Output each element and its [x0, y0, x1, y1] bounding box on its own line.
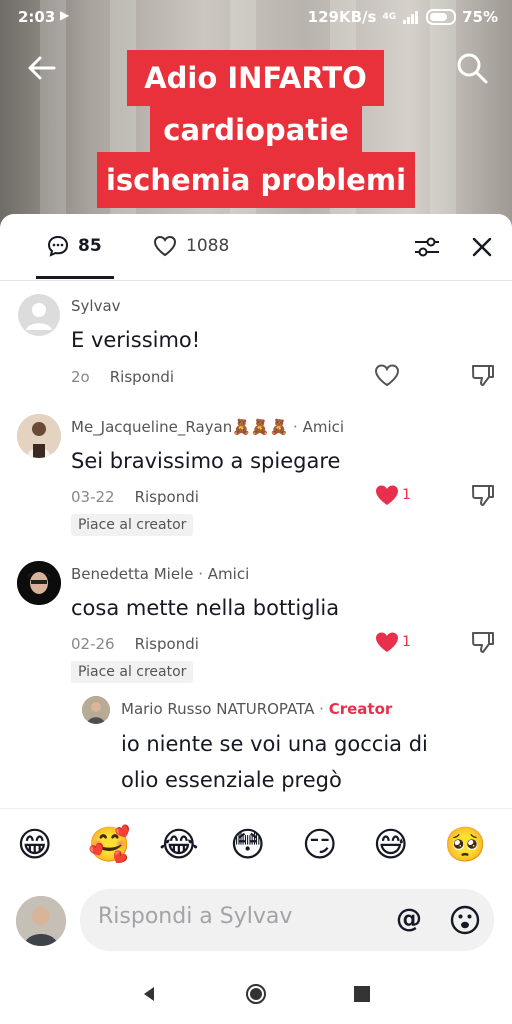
liked-heart-icon[interactable]: [373, 629, 401, 655]
separator-dot: ·: [319, 700, 329, 718]
emoji-hearts[interactable]: 🥰: [88, 825, 130, 865]
mention-button[interactable]: @: [396, 904, 422, 934]
comment-date: 2o: [71, 368, 90, 386]
avatar[interactable]: [18, 294, 60, 336]
my-avatar[interactable]: [16, 896, 66, 946]
comments-header: 85 1088: [0, 214, 512, 281]
emoji-pleading[interactable]: 🥺: [444, 825, 486, 865]
video-caption-line-1: Adio INFARTO: [127, 50, 384, 106]
close-icon[interactable]: [470, 234, 494, 260]
creator-liked-badge: Piace al creator: [71, 661, 194, 683]
battery-level: 75%: [462, 8, 498, 26]
comments-count: 85: [78, 236, 102, 256]
nav-back-icon[interactable]: [140, 985, 158, 1003]
like-count: 1: [402, 634, 411, 650]
emoji-flushed[interactable]: 😳: [230, 825, 265, 865]
emoji-laugh[interactable]: 😂: [159, 825, 199, 865]
separator-dot: ·: [198, 565, 208, 583]
search-icon[interactable]: [454, 50, 490, 86]
like-heart-icon[interactable]: [373, 362, 401, 388]
status-bar: 2:03 ▶ 129KB/s 4G 75%: [0, 0, 512, 34]
signal-icon: [403, 11, 419, 24]
friend-tag: Amici: [302, 418, 345, 436]
comment-author[interactable]: Benedetta Miele: [71, 565, 193, 583]
comment-bubble-icon: [47, 235, 69, 257]
video-caption-line-3: ischemia problemi: [97, 152, 415, 208]
reply-text-line-1: io niente se voi una goccia di: [121, 732, 428, 756]
filter-sliders-icon[interactable]: [412, 234, 442, 260]
emoji-picker-icon[interactable]: [450, 905, 480, 935]
emoji-grin[interactable]: 😁: [17, 825, 52, 865]
reply-button[interactable]: Rispondi: [135, 635, 199, 653]
emoji-sweat-smile[interactable]: 😅: [373, 825, 408, 865]
creator-tag: Creator: [328, 700, 393, 718]
comment-author[interactable]: Sylvav: [71, 297, 121, 315]
dislike-icon[interactable]: [470, 482, 496, 508]
friend-tag: Amici: [207, 565, 250, 583]
comment-date: 03-22: [71, 488, 115, 506]
comment-meta: 02-26 Rispondi: [71, 635, 199, 653]
avatar[interactable]: [17, 414, 61, 458]
comment-meta: 03-22 Rispondi: [71, 488, 199, 506]
heart-outline-icon: [153, 235, 177, 257]
avatar[interactable]: [82, 696, 110, 724]
creator-liked-badge: Piace al creator: [71, 514, 194, 536]
nav-recents-icon[interactable]: [354, 986, 370, 1002]
likes-count: 1088: [186, 236, 230, 256]
dislike-icon[interactable]: [470, 629, 496, 655]
active-tab-indicator: [36, 276, 114, 279]
user-photo-icon: [17, 561, 61, 605]
status-right: 129KB/s 4G 75%: [308, 8, 498, 26]
nav-home-icon[interactable]: [245, 983, 267, 1005]
avatar[interactable]: [17, 561, 61, 605]
comment-author[interactable]: Me_Jacqueline_Rayan🧸🧸🧸: [71, 418, 288, 436]
reply-author-line: Mario Russo NATUROPATA · Creator: [121, 700, 392, 718]
curtain-fold: [40, 0, 66, 228]
comment-date: 02-26: [71, 635, 115, 653]
reply-author[interactable]: Mario Russo NATUROPATA: [121, 700, 314, 718]
play-status-icon: ▶: [60, 8, 70, 22]
creator-photo-icon: [82, 696, 110, 724]
comment-text: E verissimo!: [71, 328, 201, 352]
network-type: 4G: [382, 12, 397, 22]
liked-heart-icon[interactable]: [373, 482, 401, 508]
comment-text: cosa mette nella bottiglia: [71, 596, 340, 620]
back-arrow-icon[interactable]: [24, 50, 60, 86]
tab-comments[interactable]: 85: [46, 234, 102, 258]
tab-likes[interactable]: 1088: [152, 234, 229, 258]
default-avatar-icon: [26, 303, 52, 330]
user-photo-icon: [17, 414, 61, 458]
comment-meta: 2o Rispondi: [71, 368, 174, 386]
video-caption-line-2: cardiopatie: [150, 104, 362, 156]
my-profile-photo-icon: [16, 896, 66, 946]
comment-author-line: Benedetta Miele · Amici: [71, 565, 249, 583]
reply-button[interactable]: Rispondi: [135, 488, 199, 506]
reply-input-placeholder[interactable]: Rispondi a Sylvav: [98, 904, 292, 929]
like-count: 1: [402, 487, 411, 503]
emoji-smirk[interactable]: 😏: [302, 825, 337, 865]
comment-text: Sei bravissimo a spiegare: [71, 449, 341, 473]
curtain-fold: [430, 0, 456, 228]
dislike-icon[interactable]: [470, 362, 496, 388]
reply-text-line-2: olio essenziale pregò: [121, 768, 342, 792]
network-speed: 129KB/s: [307, 8, 377, 26]
comment-author-line: Me_Jacqueline_Rayan🧸🧸🧸 · Amici: [71, 418, 344, 436]
reply-button[interactable]: Rispondi: [110, 368, 174, 386]
separator-dot: ·: [293, 418, 303, 436]
status-time: 2:03: [18, 8, 56, 26]
battery-icon: [426, 9, 457, 25]
